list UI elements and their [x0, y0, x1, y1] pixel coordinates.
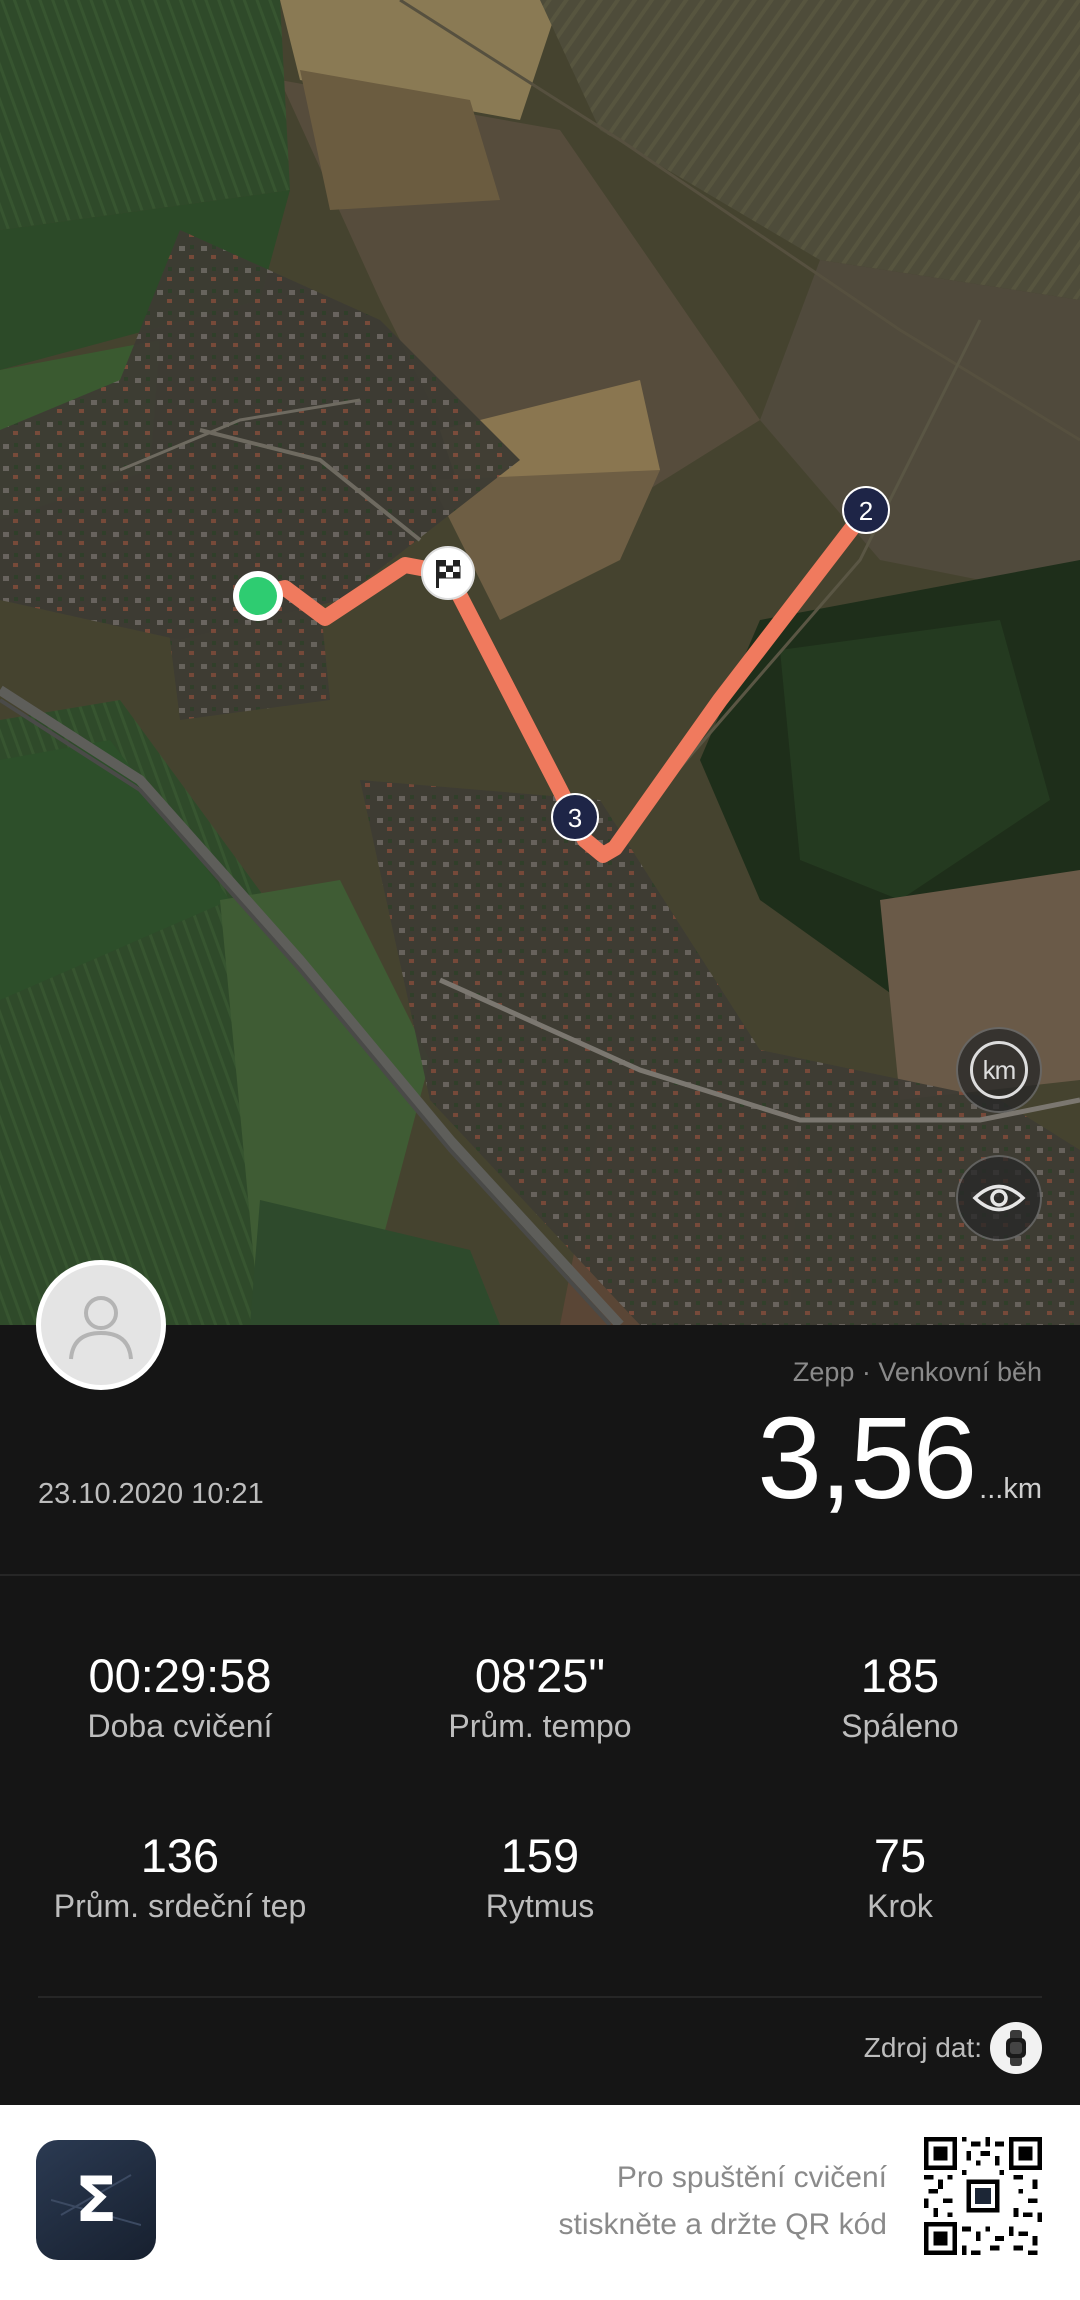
share-footer: Σ Pro spuštění cvičení stiskněte a držte…	[0, 2105, 1080, 2300]
qr-hint: Pro spuštění cvičení stiskněte a držte Q…	[559, 2155, 887, 2248]
distance-value: 3,56	[757, 1393, 977, 1523]
qr-hint-line1: Pro spuštění cvičení	[616, 2161, 887, 2194]
watch-device-icon	[990, 2022, 1042, 2074]
metric-value: 159	[500, 1829, 580, 1882]
waypoint-label: 2	[859, 496, 873, 526]
metric-value: 136	[140, 1829, 220, 1882]
qr-code-icon[interactable]	[924, 2137, 1042, 2255]
km-button-label: km	[982, 1054, 1017, 1085]
total-distance: 3,56 ...km	[757, 1400, 1042, 1516]
person-icon	[69, 1296, 133, 1360]
waypoint-marker-3[interactable]: 3	[551, 793, 599, 841]
metric-value: 185	[860, 1649, 940, 1702]
route-map[interactable]: 2 3 km	[0, 0, 1080, 1325]
km-icon: km	[970, 1041, 1028, 1099]
divider	[38, 1996, 1042, 1998]
metric-label: Prům. srdeční tep	[53, 1887, 307, 1924]
metric-label: Prům. tempo	[448, 1707, 632, 1744]
metric-cadence: 159 Rytmus	[360, 1830, 720, 1925]
metric-label: Krok	[867, 1887, 933, 1924]
qr-hint-line2: stiskněte a držte QR kód	[558, 2207, 887, 2241]
metric-label: Doba cvičení	[87, 1707, 273, 1744]
route-overlay: 2 3	[233, 486, 890, 863]
data-source-row[interactable]: Zdroj dat:	[864, 2022, 1042, 2074]
metric-duration: 00:29:58 Doba cvičení	[0, 1650, 360, 1745]
metric-value: 75	[873, 1829, 927, 1882]
waypoint-label: 3	[568, 803, 582, 833]
waypoint-marker-2[interactable]: 2	[842, 486, 890, 534]
data-source-label: Zdroj dat:	[863, 2032, 982, 2063]
finish-flag-icon	[421, 546, 475, 600]
metric-calories: 185 Spáleno	[720, 1650, 1080, 1745]
zepp-app-logo: Σ	[36, 2140, 156, 2260]
metric-stride: 75 Krok	[720, 1830, 1080, 1925]
logo-glyph: Σ	[75, 2163, 117, 2236]
user-avatar[interactable]	[36, 1260, 166, 1390]
metric-value: 00:29:58	[88, 1649, 272, 1702]
distance-unit: ...km	[979, 1473, 1042, 1505]
metric-label: Spáleno	[841, 1707, 959, 1744]
metric-avg-heart-rate: 136 Prům. srdeční tep	[0, 1830, 360, 1925]
divider	[0, 1574, 1080, 1576]
metric-value: 08'25"	[474, 1649, 606, 1702]
km-markers-toggle-button[interactable]: km	[956, 1027, 1042, 1113]
visibility-toggle-button[interactable]	[956, 1155, 1042, 1241]
metric-avg-pace: 08'25" Prům. tempo	[360, 1650, 720, 1745]
start-point-icon	[233, 571, 283, 621]
workout-date-time: 23.10.2020 10:21	[38, 1478, 264, 1510]
eye-icon	[972, 1184, 1026, 1212]
workout-source-and-type: Zepp · Venkovní běh	[792, 1357, 1042, 1387]
metric-label: Rytmus	[485, 1887, 595, 1924]
